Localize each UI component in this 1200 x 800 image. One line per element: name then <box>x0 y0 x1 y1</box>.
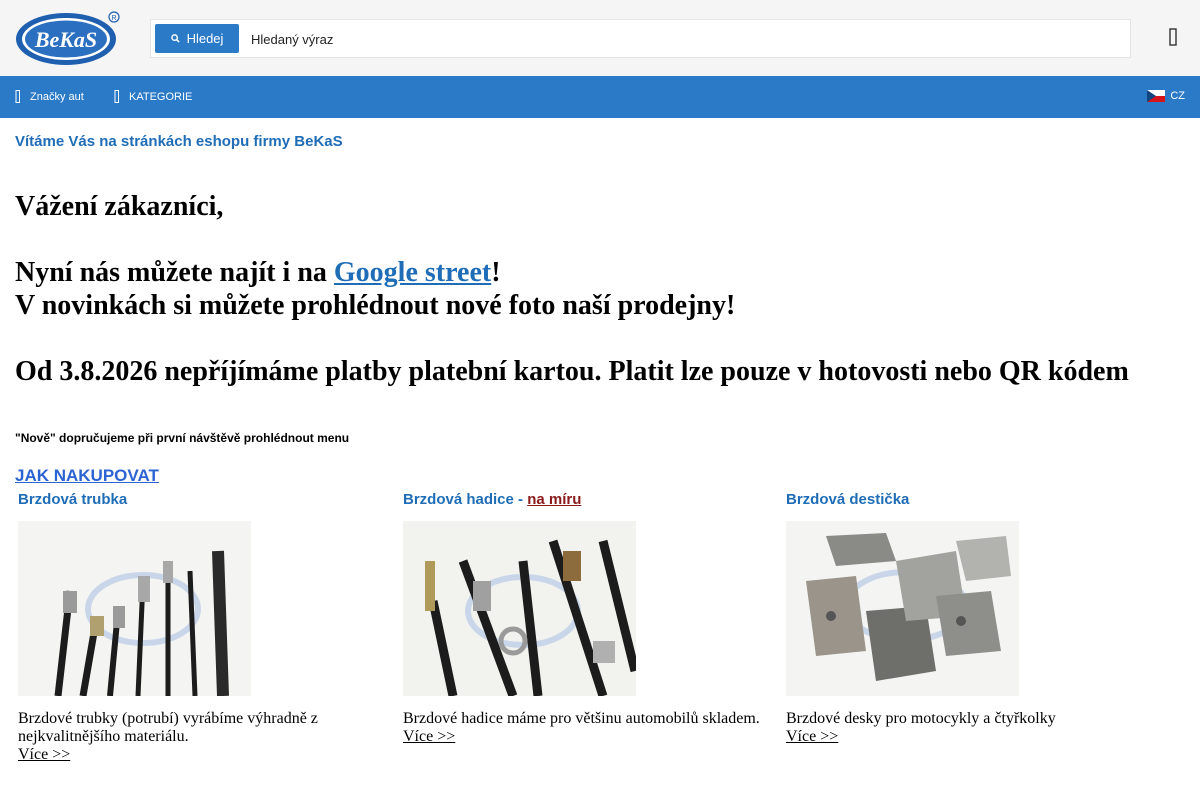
product-description: Brzdové hadice máme pro většinu automobi… <box>403 710 760 727</box>
bekas-logo[interactable]: BeKaS R <box>15 9 121 67</box>
payment-notice: Od 3.8.2026 nepříjímáme platby platební … <box>15 356 1129 387</box>
search-button-label: Hledej <box>186 31 224 46</box>
brake-hose-image[interactable] <box>403 521 636 696</box>
category-icon <box>114 90 119 103</box>
brake-pad-image[interactable] <box>786 521 1019 696</box>
custom-length-link[interactable]: na míru <box>527 491 581 508</box>
product-title[interactable]: Brzdová trubka <box>18 491 388 521</box>
product-title-text: Brzdová destička <box>786 491 910 508</box>
welcome-heading: Vítáme Vás na stránkách eshopu firmy BeK… <box>15 133 343 150</box>
language-label: CZ <box>1170 90 1185 102</box>
nav-item-label: Značky aut <box>30 90 84 103</box>
product-title-text: Brzdová trubka <box>18 491 128 508</box>
search-bar: Hledej <box>150 19 1131 58</box>
product-more-link[interactable]: Více >> <box>18 746 70 764</box>
search-input[interactable] <box>251 25 1111 53</box>
nav-item-categories[interactable]: KATEGORIE <box>114 90 192 103</box>
product-title-separator: - <box>513 491 528 508</box>
nav-item-car-brands[interactable]: Značky aut <box>15 90 84 103</box>
product-title[interactable]: Brzdová hadice - na míru <box>403 491 773 521</box>
product-card-brake-hose: Brzdová hadice - na míru Brzdové hadice … <box>403 491 773 746</box>
google-prefix: Nyní nás můžete najít i na <box>15 257 334 288</box>
search-icon <box>170 34 180 43</box>
language-switcher[interactable]: CZ <box>1147 90 1185 102</box>
product-card-brake-pipe: Brzdová trubka Brzdové trubky (potrubí) … <box>18 491 388 764</box>
how-to-buy-link[interactable]: JAK NAKUPOVAT <box>15 466 159 486</box>
dear-customers-heading: Vážení zákazníci, <box>15 191 224 222</box>
product-card-brake-pad: Brzdová destička Brzdové desky pro motoc… <box>786 491 1156 746</box>
brake-pipe-image[interactable] <box>18 521 251 696</box>
car-brands-icon <box>15 90 20 103</box>
svg-text:BeKaS: BeKaS <box>34 27 97 52</box>
hamburger-icon[interactable] <box>1166 28 1180 46</box>
header-bar: BeKaS R Hledej <box>0 0 1200 76</box>
main-nav: Značky aut KATEGORIE CZ <box>0 76 1200 118</box>
product-description: Brzdové desky pro motocykly a čtyřkolky <box>786 710 1056 727</box>
product-title-text: Brzdová hadice <box>403 491 514 508</box>
product-title[interactable]: Brzdová destička <box>786 491 1156 521</box>
product-description: Brzdové trubky (potrubí) vyrábíme výhrad… <box>18 710 318 745</box>
news-heading: V novinkách si můžete prohlédnout nové f… <box>15 290 736 321</box>
main-content: Vítáme Vás na stránkách eshopu firmy BeK… <box>15 118 1185 763</box>
svg-text:R: R <box>111 15 116 22</box>
nav-item-label: KATEGORIE <box>129 90 193 103</box>
google-street-heading: Nyní nás můžete najít i na Google street… <box>15 256 1185 289</box>
menu-note: "Nově" dopručujeme při první návštěvě pr… <box>15 431 350 445</box>
google-suffix: ! <box>491 257 501 288</box>
search-button[interactable]: Hledej <box>155 24 239 53</box>
czech-flag-icon <box>1147 90 1166 102</box>
product-more-link[interactable]: Více >> <box>403 728 455 746</box>
google-street-link[interactable]: Google street <box>334 257 491 288</box>
product-more-link[interactable]: Více >> <box>786 728 838 746</box>
